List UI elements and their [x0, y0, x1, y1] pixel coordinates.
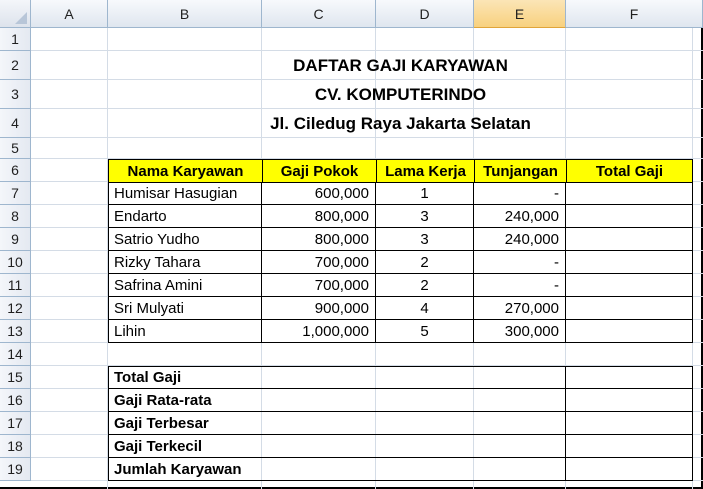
table-header-cell[interactable]: Total Gaji [566, 159, 693, 183]
employee-gaji-pokok-cell[interactable]: 800,000 [262, 228, 376, 251]
employee-lama-kerja-cell[interactable]: 3 [376, 228, 474, 251]
row-header-6[interactable]: 6 [0, 159, 31, 182]
employee-total-cell[interactable] [566, 320, 693, 343]
select-all-triangle-icon [15, 12, 27, 24]
employee-tunjangan-cell[interactable]: 270,000 [474, 297, 566, 320]
employee-total-cell[interactable] [566, 228, 693, 251]
employee-gaji-pokok-cell[interactable]: 1,000,000 [262, 320, 376, 343]
column-header-f[interactable]: F [566, 0, 703, 28]
summary-value-cell[interactable] [566, 366, 693, 389]
employee-gaji-pokok-cell[interactable]: 600,000 [262, 182, 376, 205]
employee-gaji-pokok-cell[interactable]: 800,000 [262, 205, 376, 228]
employee-tunjangan-cell[interactable]: 240,000 [474, 228, 566, 251]
table-header-cell[interactable]: Lama Kerja [376, 159, 475, 183]
row-header-8[interactable]: 8 [0, 205, 31, 228]
row-header-15[interactable]: 15 [0, 366, 31, 389]
summary-label: Gaji Terkecil [108, 435, 566, 458]
column-header-b[interactable]: B [108, 0, 262, 28]
summary-label: Gaji Terbesar [108, 412, 566, 435]
employee-lama-kerja-cell[interactable]: 1 [376, 182, 474, 205]
row-header-18[interactable]: 18 [0, 435, 31, 458]
summary-value-cell[interactable] [566, 412, 693, 435]
summary-label: Gaji Rata-rata [108, 389, 566, 412]
summary-value-cell[interactable] [566, 389, 693, 412]
employee-gaji-pokok-cell[interactable]: 700,000 [262, 274, 376, 297]
row-header-9[interactable]: 9 [0, 228, 31, 251]
summary-value-cell[interactable] [566, 458, 693, 481]
row-header-14[interactable]: 14 [0, 343, 31, 366]
column-header-e[interactable]: E [474, 0, 566, 28]
employee-total-cell[interactable] [566, 297, 693, 320]
spreadsheet[interactable]: A B C D E F 1 2 3 4 5 6 7 8 9 10 11 12 13 14 15 16 17 18 19 DAFTA… [0, 0, 703, 489]
row-header-1[interactable]: 1 [0, 28, 31, 51]
employee-name-cell[interactable]: Humisar Hasugian [108, 182, 262, 205]
employee-lama-kerja-cell[interactable]: 3 [376, 205, 474, 228]
employee-tunjangan-cell[interactable]: - [474, 182, 566, 205]
employee-total-cell[interactable] [566, 251, 693, 274]
row-header-19[interactable]: 19 [0, 458, 31, 481]
title-line: Jl. Ciledug Raya Jakarta Selatan [270, 113, 531, 133]
table-header-cell[interactable]: Nama Karyawan [108, 159, 263, 183]
row-header-16[interactable]: 16 [0, 389, 31, 412]
row-header-17[interactable]: 17 [0, 412, 31, 435]
employee-name-cell[interactable]: Rizky Tahara [108, 251, 262, 274]
row-header-4[interactable]: 4 [0, 109, 31, 138]
table-header-cell[interactable]: Tunjangan [474, 159, 567, 183]
row-header-5[interactable]: 5 [0, 138, 31, 159]
employee-lama-kerja-cell[interactable]: 2 [376, 251, 474, 274]
employee-lama-kerja-cell[interactable]: 2 [376, 274, 474, 297]
employee-lama-kerja-cell[interactable]: 4 [376, 297, 474, 320]
employee-lama-kerja-cell[interactable]: 5 [376, 320, 474, 343]
summary-label: Total Gaji [108, 366, 566, 389]
title-line: DAFTAR GAJI KARYAWAN [293, 55, 508, 75]
row-header-7[interactable]: 7 [0, 182, 31, 205]
employee-tunjangan-cell[interactable]: 240,000 [474, 205, 566, 228]
column-header-a[interactable]: A [31, 0, 108, 28]
summary-value-cell[interactable] [566, 435, 693, 458]
employee-name-cell[interactable]: Satrio Yudho [108, 228, 262, 251]
title-line: CV. KOMPUTERINDO [314, 84, 487, 104]
employee-gaji-pokok-cell[interactable]: 900,000 [262, 297, 376, 320]
employee-name-cell[interactable]: Safrina Amini [108, 274, 262, 297]
select-all-corner[interactable] [0, 0, 31, 28]
employee-tunjangan-cell[interactable]: - [474, 274, 566, 297]
employee-tunjangan-cell[interactable]: - [474, 251, 566, 274]
column-header-d[interactable]: D [376, 0, 474, 28]
employee-total-cell[interactable] [566, 274, 693, 297]
row-header-12[interactable]: 12 [0, 297, 31, 320]
column-header-c[interactable]: C [262, 0, 376, 28]
employee-name-cell[interactable]: Sri Mulyati [108, 297, 262, 320]
row-header-11[interactable]: 11 [0, 274, 31, 297]
employee-gaji-pokok-cell[interactable]: 700,000 [262, 251, 376, 274]
summary-label: Jumlah Karyawan [108, 458, 566, 481]
row-header-13[interactable]: 13 [0, 320, 31, 343]
employee-tunjangan-cell[interactable]: 300,000 [474, 320, 566, 343]
employee-total-cell[interactable] [566, 205, 693, 228]
employee-name-cell[interactable]: Lihin [108, 320, 262, 343]
row-header-3[interactable]: 3 [0, 80, 31, 109]
row-header-10[interactable]: 10 [0, 251, 31, 274]
employee-total-cell[interactable] [566, 182, 693, 205]
employee-name-cell[interactable]: Endarto [108, 205, 262, 228]
row-header-2[interactable]: 2 [0, 51, 31, 80]
table-header-cell[interactable]: Gaji Pokok [262, 159, 377, 183]
